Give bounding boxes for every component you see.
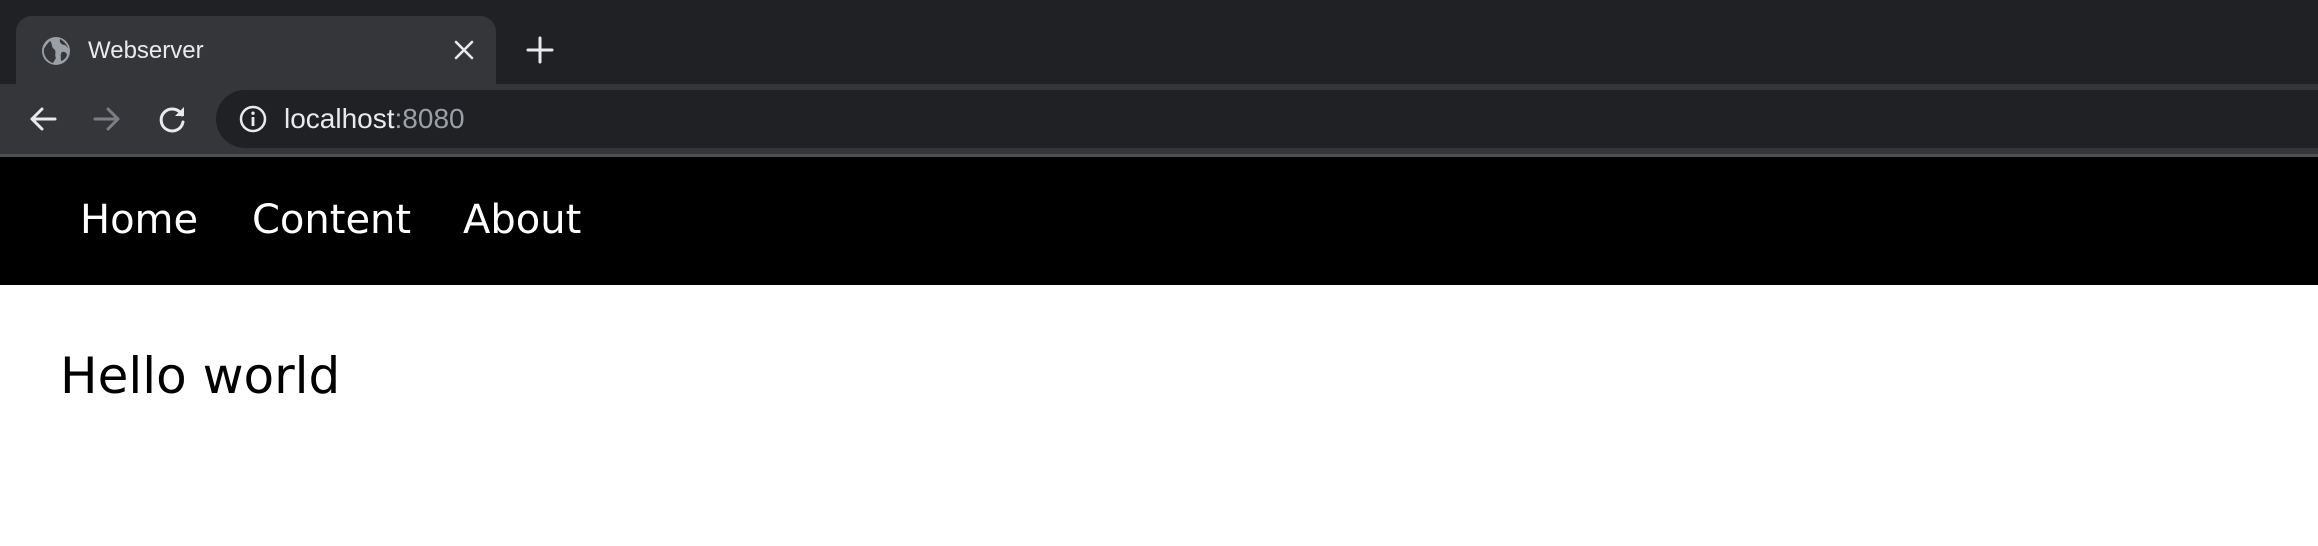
- nav-link-about[interactable]: About: [463, 195, 581, 245]
- arrow-left-icon[interactable]: [24, 100, 62, 138]
- url-host: localhost: [284, 103, 395, 134]
- tab-title: Webserver: [88, 37, 204, 64]
- browser-tab-strip: Webserver: [0, 0, 2318, 84]
- url-port: :8080: [394, 103, 465, 134]
- nav-link-content[interactable]: Content: [252, 195, 411, 245]
- url-text[interactable]: localhost:8080: [284, 102, 465, 136]
- globe-icon: [41, 36, 71, 66]
- reload-icon[interactable]: [153, 100, 191, 138]
- arrow-right-icon[interactable]: [88, 100, 126, 138]
- page-heading: Hello world: [60, 347, 341, 405]
- close-icon[interactable]: [450, 36, 478, 64]
- browser-tab[interactable]: Webserver: [16, 16, 496, 84]
- site-nav: Home Content About: [0, 157, 2318, 285]
- address-bar[interactable]: localhost:8080: [216, 90, 2318, 148]
- plus-icon[interactable]: [520, 30, 560, 70]
- nav-link-home[interactable]: Home: [80, 195, 198, 245]
- browser-toolbar: localhost:8080: [0, 84, 2318, 154]
- info-icon[interactable]: [238, 104, 268, 134]
